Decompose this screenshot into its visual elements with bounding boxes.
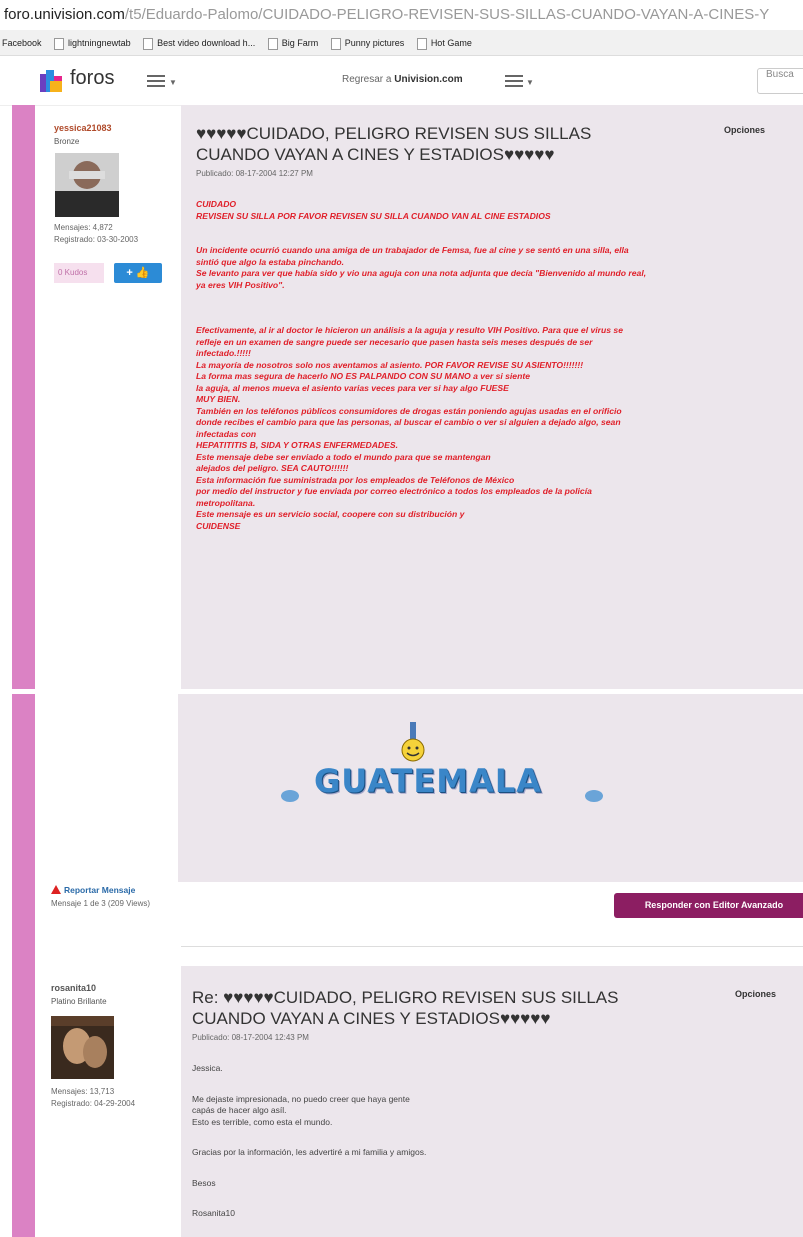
post-date: Publicado: 08-17-2004 12:43 PM <box>192 1033 309 1042</box>
warning-icon <box>51 885 61 894</box>
author-rank: Platino Brillante <box>51 997 107 1006</box>
brand-name[interactable]: foros <box>70 67 114 90</box>
back-to-univision-link[interactable]: Regresar a Univision.com <box>342 74 463 85</box>
url-host: foro.univision.com <box>4 6 125 23</box>
bookmark-big-farm[interactable]: Big Farm <box>267 30 318 55</box>
author-stats: Mensajes: 4,872 Registrado: 03-30-2003 <box>54 223 139 244</box>
page-icon <box>330 37 341 50</box>
bookmarks-bar: Facebook lightningnewtab Best video down… <box>0 30 803 56</box>
bookmark-facebook[interactable]: Facebook <box>2 30 42 55</box>
bookmark-punny-pictures[interactable]: Punny pictures <box>330 30 404 55</box>
menu-icon[interactable] <box>505 75 523 89</box>
post-date: Publicado: 08-17-2004 12:27 PM <box>196 169 313 178</box>
bookmark-hot-game[interactable]: Hot Game <box>416 30 472 55</box>
url-path: /t5/Eduardo-Palomo/CUIDADO-PELIGRO-REVIS… <box>124 6 770 23</box>
report-message-link[interactable]: Reportar Mensaje <box>51 885 135 895</box>
options-menu[interactable]: Opciones <box>724 125 765 135</box>
page-icon <box>267 37 278 50</box>
post-author[interactable]: rosanita10 <box>51 983 96 993</box>
page-icon <box>143 37 154 50</box>
post-title: Re: ♥♥♥♥♥CUIDADO, PELIGRO REVISEN SUS SI… <box>192 988 619 1028</box>
page-icon <box>416 37 427 50</box>
author-stats: Mensajes: 13,713 Registrado: 04-29-2004 <box>51 1087 136 1108</box>
accent-bar <box>12 105 35 689</box>
guatemala-text: GUATEMALA <box>314 762 542 800</box>
bookmark-best-video[interactable]: Best video download h... <box>143 30 255 55</box>
avatar[interactable] <box>55 153 119 217</box>
options-menu[interactable]: Opciones <box>735 989 776 999</box>
post-body: CUIDADO REVISEN SU SILLA POR FAVOR REVIS… <box>196 199 647 531</box>
bookmark-lightningnewtab[interactable]: lightningnewtab <box>54 30 131 55</box>
post-body: Jessica. Me dejaste impresionada, no pue… <box>192 1063 427 1218</box>
post-title: ♥♥♥♥♥CUIDADO, PELIGRO REVISEN SUS SILLAS… <box>196 124 592 164</box>
avatar[interactable] <box>51 1016 114 1079</box>
menu-icon[interactable] <box>147 75 165 89</box>
search-input[interactable]: Busca <box>757 68 803 94</box>
page-icon <box>54 37 65 50</box>
post-author[interactable]: yessica21083 <box>54 123 112 133</box>
guatemala-animated-image: GUATEMALA <box>278 720 608 810</box>
message-count: Mensaje 1 de 3 (209 Views) <box>51 899 151 908</box>
univision-logo-icon[interactable] <box>40 70 62 92</box>
kudos-count: 0 Kudos <box>54 263 104 283</box>
author-rank: Bronze <box>54 137 80 146</box>
accent-bar <box>12 694 35 1237</box>
chevron-down-icon: ▼ <box>526 78 534 87</box>
reply-advanced-editor-button[interactable]: Responder con Editor Avanzado <box>614 893 803 918</box>
site-header: foros ▼ Regresar a Univision.com ▼ Busca <box>0 57 803 106</box>
post-separator <box>181 946 803 947</box>
address-bar[interactable]: foro.univision.com/t5/Eduardo-Palomo/CUI… <box>0 0 803 30</box>
chevron-down-icon: ▼ <box>169 78 177 87</box>
like-button[interactable]: + 👍 <box>114 263 162 283</box>
